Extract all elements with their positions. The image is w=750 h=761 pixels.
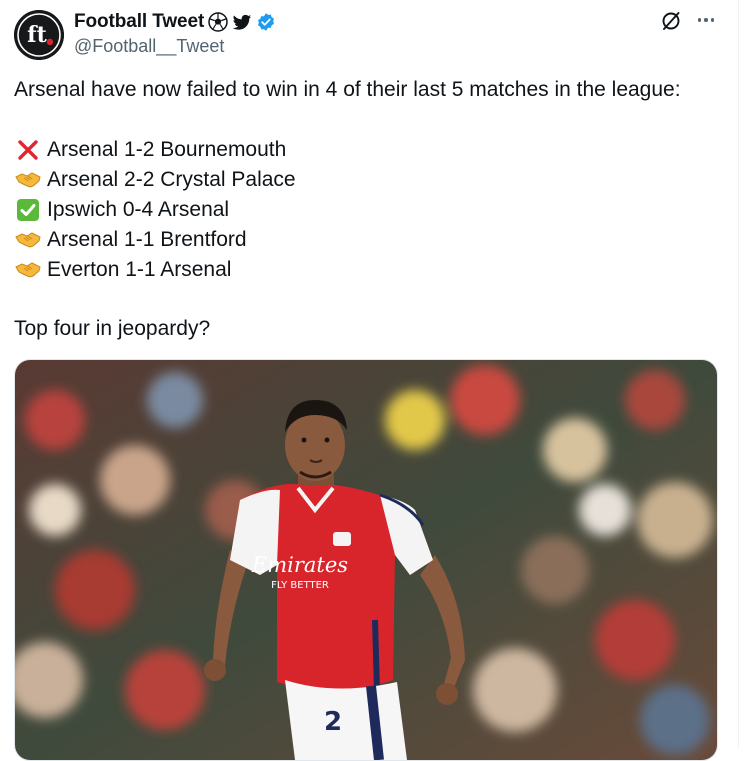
result-row: Ipswich 0-4 Arsenal: [14, 195, 296, 225]
author-avatar[interactable]: ft: [14, 10, 64, 60]
author-handle[interactable]: @Football__Tweet: [74, 36, 224, 57]
handshake-icon: [14, 168, 42, 192]
bird-icon: [232, 12, 252, 32]
author-name-row: Football Tweet: [74, 10, 276, 34]
shirt-sponsor-text: Emirates: [251, 553, 348, 577]
cross-mark-icon: [14, 138, 42, 162]
result-text: Arsenal 2-2 Crystal Palace: [47, 168, 296, 191]
handshake-icon: [14, 258, 42, 282]
result-row: Arsenal 2-2 Crystal Palace: [14, 165, 296, 195]
soccer-ball-icon: [208, 12, 228, 32]
avatar-initials: ft: [27, 22, 47, 48]
result-row: Arsenal 1-1 Brentford: [14, 225, 296, 255]
check-mark-icon: [14, 198, 42, 222]
author-display-name[interactable]: Football Tweet: [74, 11, 204, 33]
grok-icon[interactable]: [660, 10, 682, 32]
result-row: Everton 1-1 Arsenal: [14, 255, 296, 285]
tweet-question-text: Top four in jeopardy?: [14, 317, 211, 340]
shirt-sponsor-tagline: FLY BETTER: [271, 580, 329, 591]
result-text: Arsenal 1-2 Bournemouth: [47, 138, 287, 161]
shorts-number: 2: [324, 707, 342, 737]
results-list: Arsenal 1-2 Bournemouth Arsenal 2-2 Crys…: [14, 135, 296, 285]
tweet-intro-text: Arsenal have now failed to win in 4 of t…: [14, 78, 681, 101]
tweet-photo[interactable]: Emirates FLY BETTER 2: [14, 359, 718, 761]
result-row: Arsenal 1-2 Bournemouth: [14, 135, 296, 165]
handshake-icon: [14, 228, 42, 252]
verified-badge-icon[interactable]: [256, 12, 276, 32]
result-text: Arsenal 1-1 Brentford: [47, 228, 247, 251]
timeline-divider: [738, 0, 739, 749]
result-text: Ipswich 0-4 Arsenal: [47, 198, 230, 221]
result-text: Everton 1-1 Arsenal: [47, 258, 232, 281]
more-options-icon[interactable]: [694, 10, 718, 30]
